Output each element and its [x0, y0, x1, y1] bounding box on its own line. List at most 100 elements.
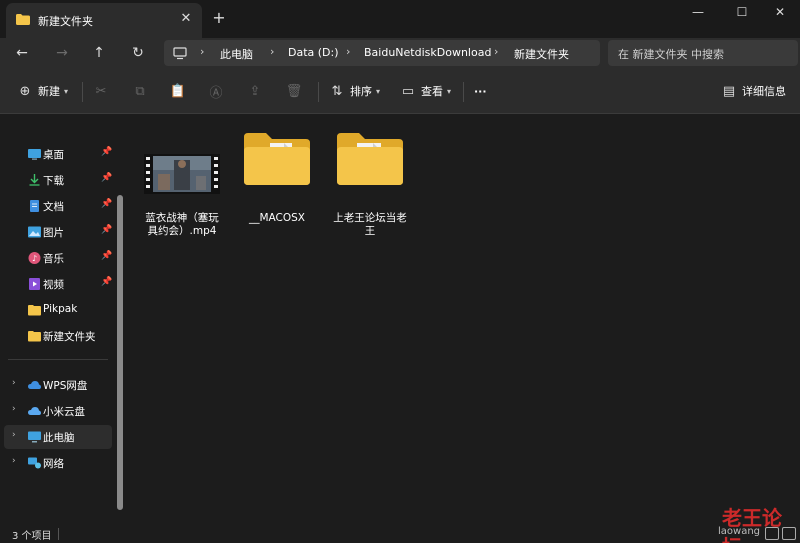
rename-icon: Ⓐ — [209, 85, 223, 101]
chevron-right-icon: › — [200, 45, 205, 58]
sidebar-item-label: 小米云盘 — [43, 406, 85, 418]
sidebar-item-wps-cloud[interactable]: › WPS网盘 — [4, 373, 112, 397]
plus-circle-icon: ⊕ — [19, 83, 31, 99]
sidebar-item-label: 网络 — [43, 458, 64, 470]
clipboard-icon: 📋 — [169, 83, 187, 99]
sidebar-item-documents[interactable]: 文档 📌 — [4, 194, 112, 218]
pin-icon[interactable]: 📌 — [101, 225, 112, 235]
command-bar: ⊕ 新建 ▾ ✂ ⧉ 📋 Ⓐ ⇪ 🗑 ⇅ 排序 ▾ ▭ 查看 ▾ ··· ▤ 详… — [0, 68, 800, 114]
pin-icon[interactable]: 📌 — [101, 277, 112, 287]
paste-button[interactable]: 📋 — [169, 80, 187, 102]
chevron-right-icon[interactable]: › — [12, 404, 16, 414]
sort-button[interactable]: ⇅ 排序 ▾ — [328, 80, 380, 102]
details-view-icon[interactable] — [765, 527, 779, 540]
video-icon — [29, 278, 40, 290]
sidebar-item-pikpak[interactable]: Pikpak — [4, 298, 112, 322]
breadcrumb-item[interactable]: 新建文件夹 — [514, 46, 569, 62]
search-box[interactable]: 在 新建文件夹 中搜索 — [608, 40, 798, 66]
picture-icon — [28, 226, 41, 238]
file-name: 王 — [364, 225, 376, 237]
music-icon: ♪ — [28, 252, 41, 264]
sidebar-item-label: 新建文件夹 — [43, 331, 96, 343]
navigation-bar: ← → ↑ ↻ › 此电脑 › Data (D:) › BaiduNetdisk… — [0, 38, 800, 68]
pin-icon[interactable]: 📌 — [101, 173, 112, 183]
pin-icon[interactable]: 📌 — [101, 147, 112, 157]
address-bar[interactable]: › 此电脑 › Data (D:) › BaiduNetdiskDownload… — [164, 40, 600, 66]
sidebar-item-label: 下载 — [43, 175, 64, 187]
chevron-down-icon: ▾ — [64, 86, 69, 96]
cut-button[interactable]: ✂ — [92, 80, 110, 102]
status-bar: 3 个项目 — [0, 524, 800, 543]
sidebar-scrollbar[interactable] — [117, 195, 123, 510]
view-button[interactable]: ▭ 查看 ▾ — [399, 80, 451, 102]
tiles-view-icon[interactable] — [782, 527, 796, 540]
maximize-icon[interactable]: ☐ — [727, 2, 757, 22]
view-label: 查看 — [421, 85, 443, 98]
file-name: __MACOSX — [248, 212, 305, 224]
breadcrumb-item[interactable]: 此电脑 — [220, 46, 253, 62]
arrow-up-icon[interactable]: ↑ — [88, 42, 110, 64]
sidebar-item-videos[interactable]: 视频 📌 — [4, 272, 112, 296]
divider — [82, 82, 83, 102]
sidebar-item-pictures[interactable]: 图片 📌 — [4, 220, 112, 244]
sort-label: 排序 — [350, 85, 372, 98]
cloud-icon — [28, 407, 41, 415]
scissors-icon: ✂ — [95, 83, 107, 99]
sort-icon: ⇅ — [331, 83, 343, 99]
details-pane-icon: ▤ — [722, 83, 736, 99]
rename-button[interactable]: Ⓐ — [207, 80, 225, 102]
network-icon — [28, 457, 41, 469]
sidebar-item-label: 图片 — [43, 227, 64, 239]
trash-icon: 🗑 — [285, 83, 303, 99]
details-label: 详细信息 — [742, 85, 786, 98]
copy-button[interactable]: ⧉ — [131, 80, 149, 102]
video-thumbnail-icon — [144, 154, 220, 194]
computer-icon — [28, 431, 41, 443]
chevron-right-icon[interactable]: › — [12, 430, 16, 440]
folder-icon — [244, 133, 310, 185]
sidebar-item-new-folder[interactable]: 新建文件夹 — [4, 324, 112, 348]
sidebar-item-label: WPS网盘 — [43, 380, 88, 392]
chevron-right-icon[interactable]: › — [12, 378, 16, 388]
delete-button[interactable]: 🗑 — [285, 80, 303, 102]
divider — [463, 82, 464, 102]
download-icon — [29, 174, 40, 186]
close-window-icon[interactable]: ✕ — [765, 2, 795, 22]
pin-icon[interactable]: 📌 — [101, 199, 112, 209]
file-list: 蓝衣战神（塞玩 具约会）.mp4 __MACOSX 上老王论坛当老 王 — [128, 115, 800, 524]
sidebar-item-mi-cloud[interactable]: › 小米云盘 — [4, 399, 112, 423]
share-button[interactable]: ⇪ — [246, 80, 264, 102]
breadcrumb-item[interactable]: BaiduNetdiskDownload — [364, 46, 491, 59]
sidebar-item-network[interactable]: › 网络 — [4, 451, 112, 475]
folder-icon — [28, 305, 41, 316]
folder-icon — [16, 14, 30, 25]
breadcrumb-item[interactable]: Data (D:) — [288, 46, 339, 59]
sidebar-item-label: 视频 — [43, 279, 64, 291]
file-name: 蓝衣战神（塞玩 — [145, 212, 219, 224]
new-label: 新建 — [38, 85, 60, 98]
desktop-icon — [28, 149, 41, 160]
sidebar-item-desktop[interactable]: 桌面 📌 — [4, 142, 112, 166]
tab-title: 新建文件夹 — [38, 15, 93, 28]
sidebar-item-label: 文档 — [43, 201, 64, 213]
minimize-icon[interactable]: — — [683, 2, 713, 22]
details-button[interactable]: ▤ 详细信息 — [720, 80, 786, 102]
chevron-right-icon[interactable]: › — [12, 456, 16, 466]
tab-active[interactable]: 新建文件夹 ✕ — [6, 3, 202, 38]
arrow-right-icon[interactable]: → — [51, 42, 73, 64]
arrow-left-icon[interactable]: ← — [11, 42, 33, 64]
computer-icon — [173, 47, 187, 60]
sidebar-item-this-pc[interactable]: › 此电脑 — [4, 425, 112, 449]
sidebar-item-music[interactable]: ♪ 音乐 📌 — [4, 246, 112, 270]
svg-text:♪: ♪ — [32, 254, 37, 263]
new-button[interactable]: ⊕ 新建 ▾ — [16, 80, 68, 102]
divider — [8, 359, 108, 360]
refresh-icon[interactable]: ↻ — [127, 42, 149, 64]
close-icon[interactable]: ✕ — [178, 11, 194, 27]
chevron-right-icon: › — [494, 45, 499, 58]
folder-icon — [337, 133, 403, 185]
pin-icon[interactable]: 📌 — [101, 251, 112, 261]
more-button[interactable]: ··· — [474, 80, 487, 102]
sidebar-item-downloads[interactable]: 下载 📌 — [4, 168, 112, 192]
plus-icon[interactable]: + — [210, 9, 228, 27]
